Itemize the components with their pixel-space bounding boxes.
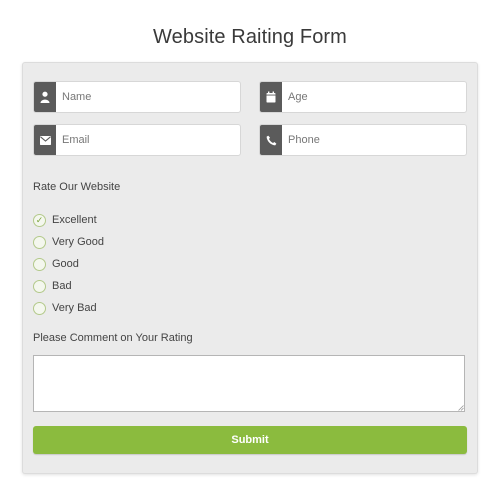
- comment-label: Please Comment on Your Rating: [33, 332, 193, 344]
- phone-icon: [260, 125, 282, 155]
- radio-unchecked-icon[interactable]: [33, 235, 46, 249]
- name-field[interactable]: [33, 81, 241, 113]
- radio-unchecked-icon[interactable]: [33, 257, 46, 271]
- person-icon: [34, 82, 56, 112]
- page-title: Website Raiting Form: [153, 26, 347, 48]
- rating-option-label: Very Good: [52, 236, 104, 248]
- age-input[interactable]: [282, 82, 466, 112]
- rating-option-very-bad[interactable]: Very Bad: [33, 297, 104, 319]
- rating-option-label: Bad: [52, 280, 72, 292]
- rating-form: Rate Our Website ✓ Excellent Very Good G…: [22, 62, 478, 474]
- submit-button[interactable]: Submit: [33, 426, 467, 454]
- phone-field[interactable]: [259, 124, 467, 156]
- radio-unchecked-icon[interactable]: [33, 279, 46, 293]
- rating-option-label: Very Bad: [52, 302, 97, 314]
- email-field[interactable]: [33, 124, 241, 156]
- rating-label: Rate Our Website: [33, 181, 121, 193]
- name-input[interactable]: [56, 82, 240, 112]
- rating-option-good[interactable]: Good: [33, 253, 104, 275]
- comment-textarea[interactable]: [33, 355, 465, 412]
- resize-grip-icon[interactable]: [458, 405, 464, 411]
- rating-option-label: Good: [52, 258, 79, 270]
- envelope-icon: [34, 125, 56, 155]
- rating-options: ✓ Excellent Very Good Good Bad Very Bad: [33, 209, 104, 319]
- calendar-icon: [260, 82, 282, 112]
- email-input[interactable]: [56, 125, 240, 155]
- rating-option-excellent[interactable]: ✓ Excellent: [33, 209, 104, 231]
- rating-option-label: Excellent: [52, 214, 97, 226]
- rating-option-very-good[interactable]: Very Good: [33, 231, 104, 253]
- radio-unchecked-icon[interactable]: [33, 301, 46, 315]
- age-field[interactable]: [259, 81, 467, 113]
- rating-option-bad[interactable]: Bad: [33, 275, 104, 297]
- radio-checked-icon[interactable]: ✓: [33, 213, 46, 227]
- phone-input[interactable]: [282, 125, 466, 155]
